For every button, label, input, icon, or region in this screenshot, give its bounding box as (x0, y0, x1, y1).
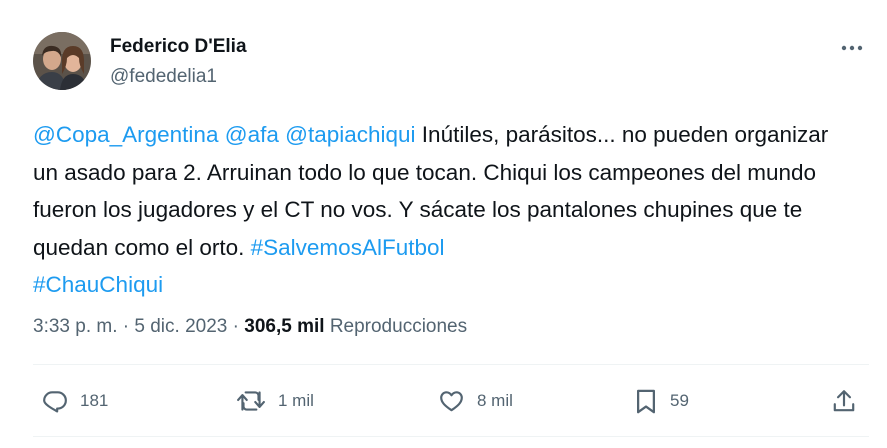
bookmark-count: 59 (670, 391, 689, 410)
retweet-icon (236, 388, 266, 414)
mention-link[interactable]: @tapiachiqui (285, 122, 415, 147)
bookmark-icon (634, 388, 658, 415)
more-horizontal-icon (840, 45, 864, 51)
tweet-card: Federico D'Elia @fededelia1 @Copa_Argent… (0, 0, 887, 448)
reply-button[interactable]: 181 (42, 378, 108, 424)
more-options-button[interactable] (836, 36, 868, 60)
divider (33, 364, 869, 365)
hashtag-link[interactable]: #ChauChiqui (33, 272, 163, 297)
like-heart-icon (438, 388, 465, 414)
views-count: 306,5 mil (244, 316, 325, 337)
meta-separator: · (232, 316, 239, 337)
tweet-text: @Copa_Argentina @afa @tapiachiqui Inútil… (33, 116, 853, 304)
author-display-name[interactable]: Federico D'Elia (110, 36, 247, 58)
like-button[interactable]: 8 mil (438, 378, 513, 424)
author-handle[interactable]: @fededelia1 (110, 66, 217, 88)
share-button[interactable] (832, 378, 856, 424)
tweet-time[interactable]: 3:33 p. m. (33, 316, 118, 337)
reply-icon (42, 388, 68, 414)
reply-count: 181 (80, 391, 109, 410)
hashtag-link[interactable]: #SalvemosAlFutbol (251, 235, 445, 260)
divider (33, 436, 869, 437)
avatar[interactable] (33, 32, 91, 90)
tweet-date[interactable]: 5 dic. 2023 (134, 316, 227, 337)
bookmark-button[interactable]: 59 (634, 378, 689, 424)
tweet-meta: 3:33 p. m. · 5 dic. 2023 · 306,5 mil Rep… (33, 316, 467, 338)
views-label: Reproducciones (329, 316, 468, 337)
action-bar: 181 1 mil 8 mil 59 (0, 378, 887, 424)
like-count: 8 mil (477, 391, 513, 410)
retweet-button[interactable]: 1 mil (236, 378, 314, 424)
mention-link[interactable]: @Copa_Argentina (33, 122, 218, 147)
retweet-count: 1 mil (278, 391, 314, 410)
share-icon (832, 388, 856, 414)
mention-link[interactable]: @afa (225, 122, 279, 147)
meta-separator: · (122, 316, 130, 337)
